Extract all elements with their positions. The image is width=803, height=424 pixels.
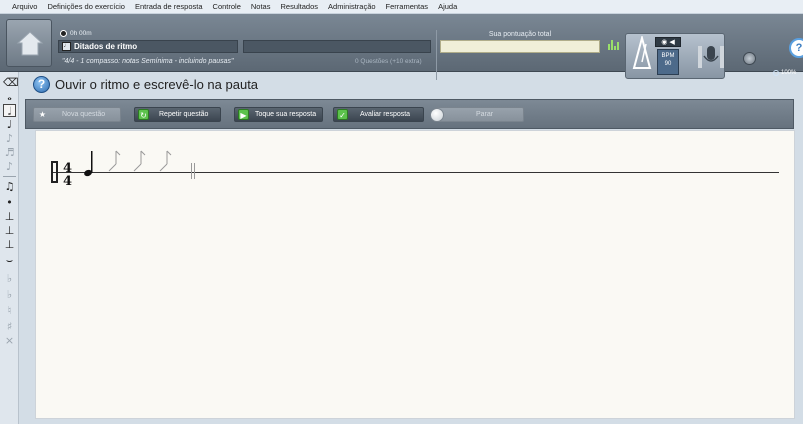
score-bar bbox=[440, 40, 600, 53]
bpm-label: BPM bbox=[661, 53, 675, 59]
menu-entrada[interactable]: Entrada de resposta bbox=[131, 2, 209, 11]
tie-icon[interactable]: ⌣ bbox=[3, 254, 16, 267]
ledger-icon-3[interactable]: ⊥ bbox=[3, 238, 16, 251]
star-icon: ★ bbox=[38, 110, 47, 119]
barline bbox=[191, 163, 195, 179]
progress-bar bbox=[243, 40, 431, 53]
clock-icon bbox=[60, 30, 67, 37]
repeat-question-label: Repetir questão bbox=[159, 111, 209, 118]
stats-bars-icon[interactable] bbox=[608, 38, 619, 50]
menu-controle[interactable]: Controle bbox=[209, 2, 247, 11]
question-title: Ouvir o ritmo e escrevê-lo na pauta bbox=[55, 77, 259, 92]
play-answer-button[interactable]: ▶ Toque sua resposta bbox=[234, 107, 323, 122]
ledger-icon-1[interactable]: ⊥ bbox=[3, 210, 16, 223]
triplet-icon[interactable]: ♫ bbox=[3, 180, 16, 193]
timer: 0h 00m bbox=[60, 30, 92, 37]
microphone-icon[interactable] bbox=[695, 44, 727, 70]
evaluate-answer-label: Avaliar resposta bbox=[360, 111, 411, 118]
bpm-value: 90 bbox=[664, 61, 672, 67]
menu-definicoes[interactable]: Definições do exercício bbox=[43, 2, 131, 11]
half-note-icon[interactable]: 𝅗𝅥 bbox=[3, 104, 16, 118]
sharp-icon[interactable]: ♯ bbox=[3, 320, 16, 333]
double-sharp-icon[interactable]: × bbox=[3, 334, 16, 347]
header-panel: 0h 00m ♩ Ditados de ritmo "4/4 - 1 compa… bbox=[0, 14, 803, 80]
menu-bar: Arquivo Definições do exercício Entrada … bbox=[0, 0, 803, 14]
natural-icon[interactable]: ♮ bbox=[3, 304, 16, 317]
header-divider bbox=[436, 30, 437, 80]
flat-icon[interactable]: ♭ bbox=[3, 288, 16, 301]
action-toolbar: ★ Nova questão ↻ Repetir questão ▶ Toque… bbox=[25, 99, 794, 129]
zoom-indicator[interactable]: 100% bbox=[773, 70, 796, 76]
repeat-question-button[interactable]: ↻ Repetir questão bbox=[134, 107, 221, 122]
home-button[interactable] bbox=[6, 19, 52, 67]
bpm-box[interactable]: BPM 90 bbox=[657, 49, 679, 75]
exercise-title-box: ♩ Ditados de ritmo bbox=[58, 40, 238, 53]
play-answer-label: Toque sua resposta bbox=[255, 111, 317, 118]
eighth-note-icon[interactable]: ♪ bbox=[3, 132, 16, 145]
questions-count: 0 Questões (+10 extra) bbox=[355, 58, 422, 65]
exercise-title: Ditados de ritmo bbox=[74, 42, 138, 51]
repeat-icon: ↻ bbox=[138, 109, 149, 120]
percussion-clef-icon bbox=[51, 161, 58, 183]
metronome-controls: ◉ ◀ BPM 90 bbox=[655, 37, 685, 77]
ledger-icon-2[interactable]: ⊥ bbox=[3, 224, 16, 237]
timer-label: 0h 00m bbox=[70, 30, 92, 37]
home-icon bbox=[16, 31, 44, 56]
metronome-icon[interactable] bbox=[632, 36, 652, 72]
menu-resultados[interactable]: Resultados bbox=[276, 2, 324, 11]
sixteenth-note-icon[interactable]: ♬ bbox=[3, 146, 16, 159]
menu-ferramentas[interactable]: Ferramentas bbox=[382, 2, 435, 11]
placeholder-note-2 bbox=[133, 150, 146, 172]
exercise-icon: ♩ bbox=[62, 42, 71, 51]
thirty-second-note-icon[interactable]: ♪ bbox=[3, 160, 16, 173]
new-question-button[interactable]: ★ Nova questão bbox=[33, 107, 121, 122]
rhythm-notation: 4 4 bbox=[51, 150, 195, 189]
dot-icon[interactable]: • bbox=[3, 196, 16, 209]
zoom-value: 100% bbox=[781, 70, 797, 76]
record-button[interactable] bbox=[743, 52, 756, 65]
placeholder-note-3 bbox=[159, 150, 172, 172]
score-canvas[interactable]: 4 4 bbox=[35, 130, 795, 419]
new-question-label: Nova questão bbox=[62, 111, 106, 118]
placeholder-note-1 bbox=[108, 150, 121, 172]
quarter-note bbox=[84, 151, 93, 177]
whole-note-icon[interactable]: 𝅝 bbox=[3, 90, 16, 103]
check-icon: ✓ bbox=[337, 109, 348, 120]
stop-button[interactable]: Parar bbox=[436, 107, 524, 122]
help-icon[interactable]: ? bbox=[789, 38, 803, 58]
menu-arquivo[interactable]: Arquivo bbox=[8, 2, 43, 11]
time-signature-bottom: 4 bbox=[63, 174, 72, 189]
palette-divider bbox=[3, 176, 16, 177]
note-palette: ⌫ 𝅝 𝅗𝅥 ♩ ♪ ♬ ♪ ♫ • ⊥ ⊥ ⊥ ⌣ ♭ ♭ ♮ ♯ × bbox=[0, 72, 19, 424]
stop-label: Parar bbox=[476, 111, 494, 118]
menu-administracao[interactable]: Administração bbox=[324, 2, 382, 11]
score-label: Sua pontuação total bbox=[488, 31, 552, 38]
menu-ajuda[interactable]: Ajuda bbox=[434, 2, 463, 11]
exercise-subtitle: "4/4 - 1 compasso: notas Semínima - incl… bbox=[62, 58, 234, 65]
eye-speaker-icon[interactable]: ◉ ◀ bbox=[655, 37, 681, 47]
eraser-icon[interactable]: ⌫ bbox=[3, 76, 19, 89]
play-icon: ▶ bbox=[238, 109, 249, 120]
magnifier-icon bbox=[773, 70, 779, 76]
stop-toggle-icon[interactable] bbox=[430, 108, 444, 122]
menu-notas[interactable]: Notas bbox=[247, 2, 277, 11]
quarter-note-icon[interactable]: ♩ bbox=[3, 118, 16, 131]
evaluate-answer-button[interactable]: ✓ Avaliar resposta bbox=[333, 107, 424, 122]
double-flat-icon[interactable]: ♭ bbox=[3, 272, 16, 285]
question-help-icon[interactable]: ? bbox=[33, 76, 50, 93]
